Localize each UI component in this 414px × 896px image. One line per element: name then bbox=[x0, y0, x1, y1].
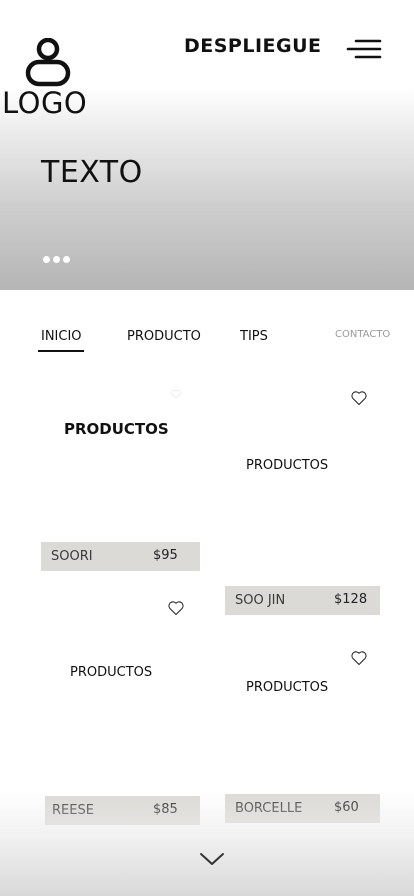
product-name: SOO JIN bbox=[235, 593, 286, 608]
product-name: REESE bbox=[52, 803, 94, 818]
carousel-dot[interactable] bbox=[63, 256, 70, 263]
price-bar: REESE $85 bbox=[45, 796, 200, 825]
price-bar: SOO JIN $128 bbox=[225, 586, 380, 615]
hero-banner: LOGO DESPLIEGUE TEXTO bbox=[0, 0, 414, 290]
product-price: $85 bbox=[153, 802, 178, 817]
user-icon bbox=[25, 38, 71, 87]
product-price: $95 bbox=[153, 548, 178, 563]
heart-icon[interactable] bbox=[350, 650, 368, 666]
product-name: SOORI bbox=[51, 549, 93, 564]
tab-producto[interactable]: PRODUCTO bbox=[127, 329, 201, 344]
product-title: PRODUCTOS bbox=[246, 458, 329, 473]
price-bar: BORCELLE $60 bbox=[225, 794, 380, 823]
page-title: DESPLIEGUE bbox=[184, 35, 322, 57]
tab-tips[interactable]: TIPS bbox=[240, 329, 268, 344]
tab-inicio[interactable]: INICIO bbox=[41, 329, 82, 344]
product-title: PRODUCTOS bbox=[64, 420, 169, 438]
carousel-dots bbox=[43, 256, 70, 263]
product-price: $128 bbox=[334, 592, 368, 607]
heart-icon[interactable] bbox=[350, 390, 368, 406]
product-name: BORCELLE bbox=[235, 801, 303, 816]
chevron-down-icon[interactable] bbox=[199, 852, 225, 866]
price-bar: SOORI $95 bbox=[41, 542, 200, 571]
menu-icon[interactable] bbox=[346, 38, 382, 60]
logo-text[interactable]: LOGO bbox=[2, 86, 87, 120]
tab-contacto[interactable]: CONTACTO bbox=[335, 329, 390, 340]
heart-icon bbox=[171, 389, 181, 399]
hero-text: TEXTO bbox=[41, 155, 143, 190]
product-title: PRODUCTOS bbox=[70, 665, 153, 680]
carousel-dot[interactable] bbox=[43, 256, 50, 263]
carousel-dot[interactable] bbox=[53, 256, 60, 263]
active-tab-underline bbox=[38, 350, 84, 352]
heart-icon[interactable] bbox=[167, 600, 185, 616]
product-title: PRODUCTOS bbox=[246, 680, 329, 695]
product-price: $60 bbox=[334, 800, 359, 815]
